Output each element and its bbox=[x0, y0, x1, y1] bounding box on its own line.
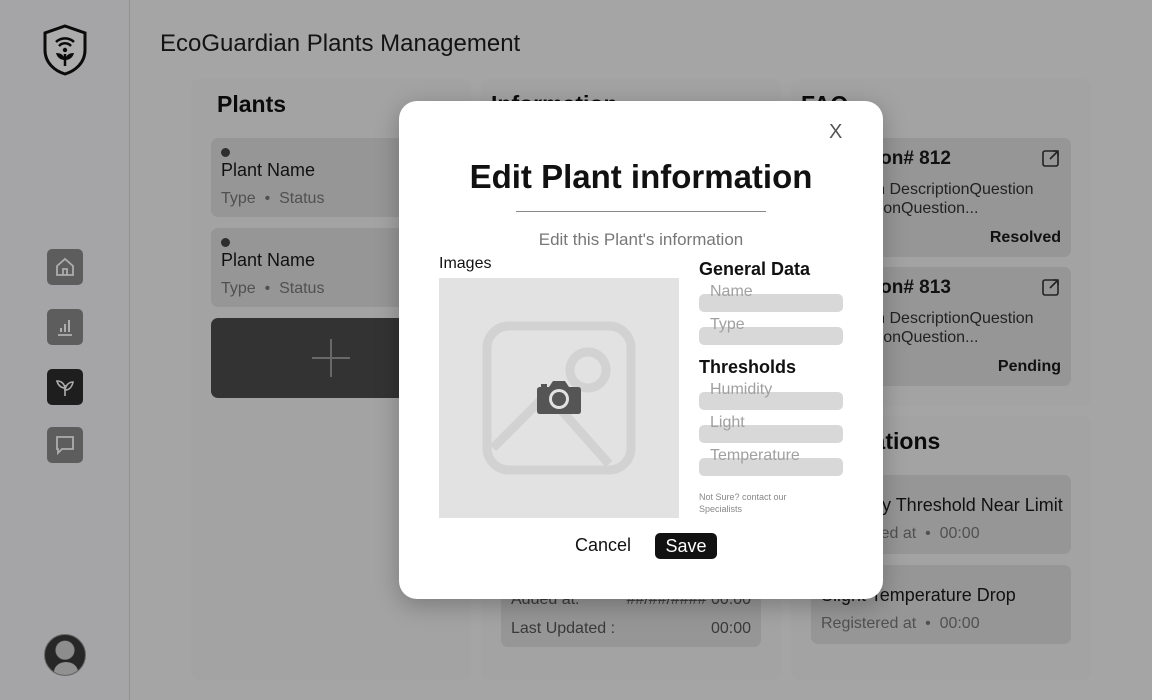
title-divider bbox=[516, 211, 766, 212]
image-upload-area[interactable] bbox=[439, 278, 679, 518]
images-label: Images bbox=[439, 255, 492, 272]
save-button[interactable]: Save bbox=[655, 533, 717, 559]
cancel-button[interactable]: Cancel bbox=[575, 535, 631, 556]
temperature-placeholder: Temperature bbox=[710, 447, 800, 464]
type-placeholder: Type bbox=[710, 316, 745, 333]
edit-plant-modal: X Edit Plant information Edit this Plant… bbox=[399, 101, 883, 599]
close-button[interactable]: X bbox=[829, 121, 842, 144]
thresholds-label: Thresholds bbox=[699, 357, 797, 377]
light-placeholder: Light bbox=[710, 414, 745, 431]
modal-title: Edit Plant information bbox=[469, 158, 813, 195]
name-placeholder: Name bbox=[710, 283, 753, 300]
general-data-label: General Data bbox=[699, 259, 811, 279]
modal-subtitle: Edit this Plant's information bbox=[538, 230, 744, 249]
humidity-placeholder: Humidity bbox=[710, 381, 773, 398]
camera-icon bbox=[537, 381, 581, 414]
contact-specialists-link[interactable]: Not Sure? contact our Specialists bbox=[699, 491, 819, 515]
